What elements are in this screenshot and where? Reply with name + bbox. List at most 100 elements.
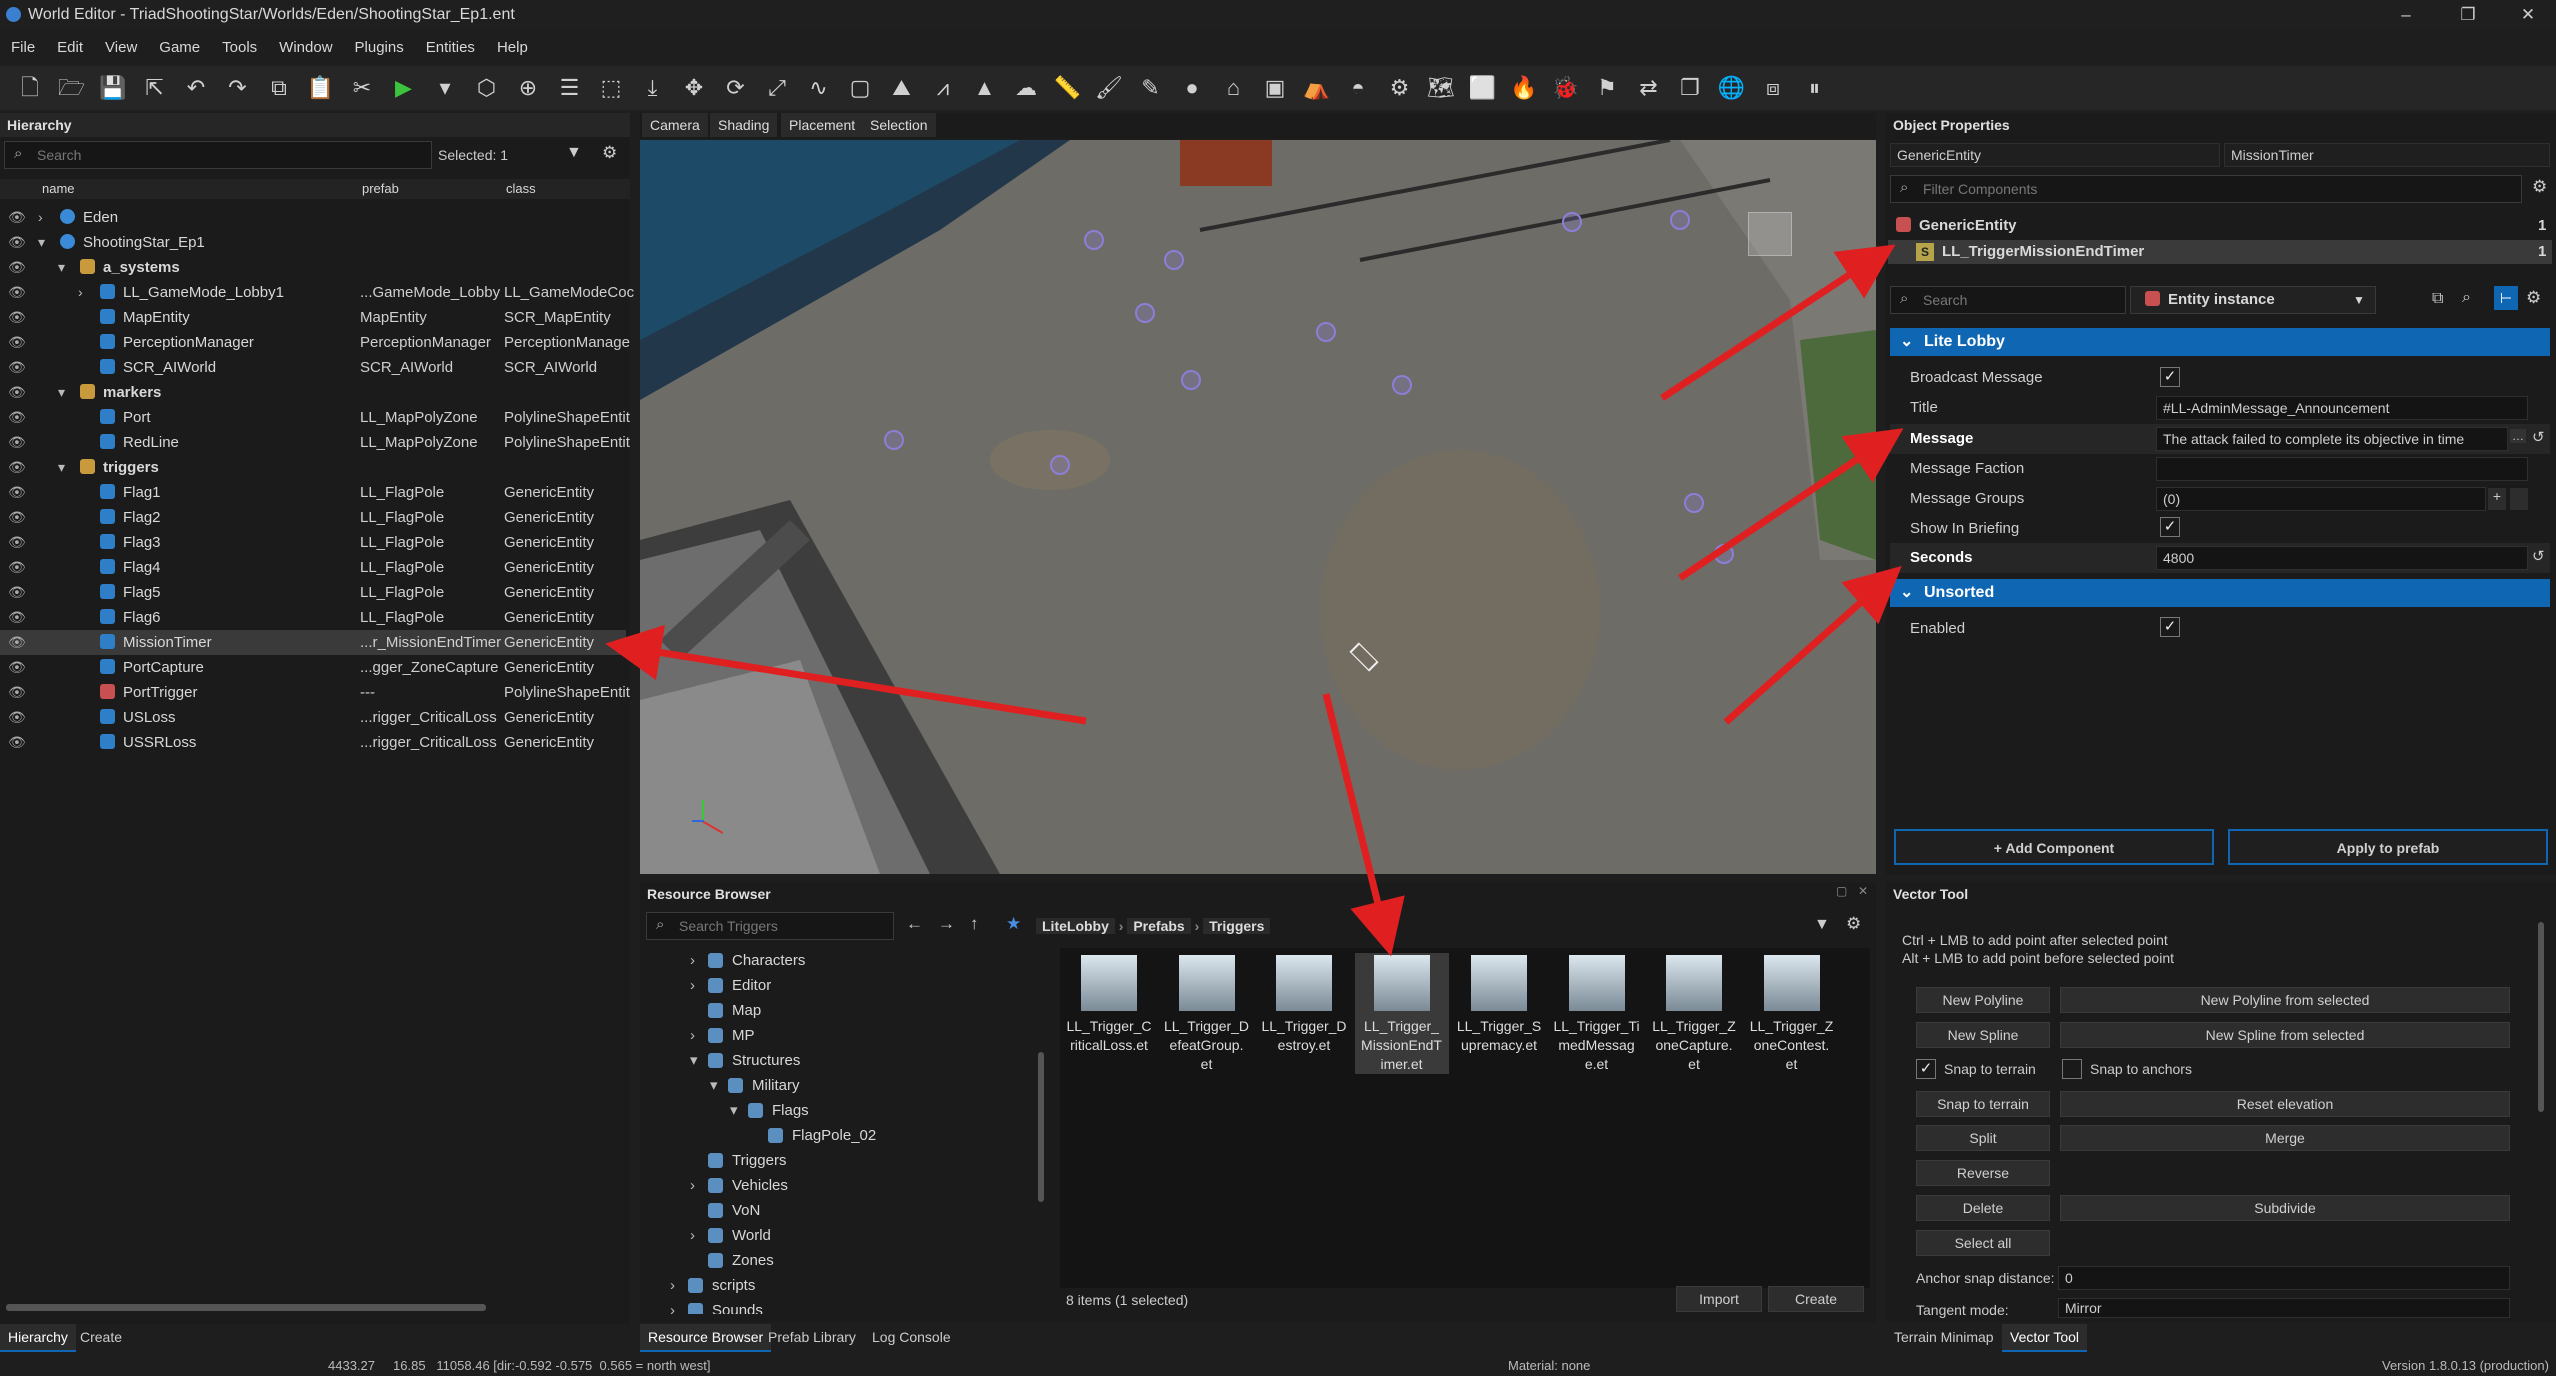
hierarchy-row-flag5[interactable]: 👁 Flag5 LL_FlagPole GenericEntity [0,580,626,605]
paint-icon[interactable]: ✎ [1135,72,1167,104]
entity-marker-icon[interactable] [1562,212,1582,232]
breadcrumb-prefabs[interactable]: Prefabs [1127,918,1191,934]
title-field[interactable]: #LL-AdminMessage_Announcement [2156,396,2528,420]
hierarchy-row-perceptionmanager[interactable]: 👁 PerceptionManager PerceptionManager Perce… [0,330,630,355]
new-polyline-button[interactable]: New Polyline [1916,987,2050,1013]
mountain-icon[interactable]: ⩘ [927,72,959,104]
new-polyline-from-selected-button[interactable]: New Polyline from selected [2060,987,2510,1013]
hierarchy-row-porttrigger[interactable]: 👁 PortTrigger --- PolylineShapeEntit [0,680,630,705]
section-lite-lobby[interactable]: ⌄ Lite Lobby [1890,328,2550,356]
play-icon[interactable]: ▶ [388,72,420,104]
flag-icon[interactable]: ⚑ [1591,72,1623,104]
map-icon[interactable]: 🗺 [1425,72,1457,104]
filter-icon[interactable]: ▼ [1814,916,1830,934]
hierarchy-scrollbar[interactable] [6,1304,486,1311]
move-icon[interactable]: ✥ [678,72,710,104]
hierarchy-search-input[interactable]: Search [4,141,432,169]
apply-to-prefab-button[interactable]: Apply to prefab [2228,829,2548,865]
undo-icon[interactable]: ↶ [180,72,212,104]
tangent-mode-select[interactable]: Mirror [2058,1298,2510,1318]
maximize-button[interactable]: ❐ [2440,0,2496,29]
entity-type-field[interactable]: GenericEntity [1890,143,2220,167]
entity-marker-icon[interactable] [1392,375,1412,395]
property-search-input[interactable]: Search [1890,286,2126,314]
entity-marker-icon[interactable] [1670,210,1690,230]
hierarchy-row-flag2[interactable]: 👁 Flag2 LL_FlagPole GenericEntity [0,505,626,530]
entity-name-field[interactable]: MissionTimer [2224,143,2550,167]
frame-icon[interactable]: ⬜ [1467,72,1499,104]
arrows-icon[interactable]: ⇄ [1633,72,1665,104]
tab-log-console[interactable]: Log Console [864,1324,959,1350]
visibility-eye-icon[interactable]: 👁 [8,630,28,655]
hierarchy-row-mapentity[interactable]: 👁 MapEntity MapEntity SCR_MapEntity [0,305,626,330]
play-options-icon[interactable]: ▾ [429,72,461,104]
reset-icon[interactable]: ↺ [2532,428,2545,446]
expand-arrow-icon[interactable]: › [690,1223,695,1248]
expand-arrow-icon[interactable]: ▾ [38,230,45,255]
hierarchy-row-flag4[interactable]: 👁 Flag4 LL_FlagPole GenericEntity [0,555,626,580]
message-faction-field[interactable] [2156,457,2528,481]
star-icon[interactable]: ★ [1006,914,1021,934]
expand-arrow-icon[interactable]: › [670,1298,675,1314]
open-external-icon[interactable]: ⧉ [2432,290,2443,308]
visibility-eye-icon[interactable]: 👁 [8,605,28,630]
create-button[interactable]: Create [1768,1286,1864,1312]
save-icon[interactable]: 💾 [97,72,129,104]
visibility-eye-icon[interactable]: 👁 [8,505,28,530]
hierarchy-row-portcapture[interactable]: 👁 PortCapture ...gger_ZoneCapture GenericEn… [0,655,626,680]
float-icon[interactable]: ▢ [1836,884,1847,898]
visibility-eye-icon[interactable]: 👁 [8,480,28,505]
close-icon[interactable]: ✕ [1858,884,1868,898]
filter-icon[interactable]: ▼ [566,144,582,162]
checkbox-snap-to-terrain[interactable]: ✓ [1916,1059,1936,1079]
component-ll-triggermissionendtimer[interactable]: S LL_TriggerMissionEndTimer 1 [1888,240,2552,264]
hierarchy-row-port[interactable]: 👁 Port LL_MapPolyZone PolylineShapeEntit [0,405,630,430]
checkbox-broadcast-message[interactable]: ✓ [2160,367,2180,387]
add-component-button[interactable]: + Add Component [1894,829,2214,865]
back-icon[interactable]: ← [906,914,923,934]
spline-icon[interactable]: ∿ [803,72,835,104]
asset-item[interactable]: LL_Trigger_Ti medMessag e.et [1550,953,1644,1074]
reset-elevation-button[interactable]: Reset elevation [2060,1091,2510,1117]
bug-icon[interactable]: 🐞 [1550,72,1582,104]
visibility-eye-icon[interactable]: 👁 [8,305,28,330]
crosshair-icon[interactable]: ⊕ [512,72,544,104]
triangle-icon[interactable]: ▲ [969,72,1001,104]
gear-icon[interactable]: ⚙ [1846,914,1861,934]
vector-scrollbar[interactable] [2538,922,2544,1112]
search-icon[interactable]: ⌕ [2462,289,2471,307]
expand-arrow-icon[interactable]: ▾ [730,1098,738,1123]
expand-arrow-icon[interactable]: ▾ [690,1048,698,1073]
menu-entities[interactable]: Entities [415,33,486,63]
open-folder-icon[interactable]: 🗁 [56,72,88,104]
asset-item[interactable]: LL_Trigger_ MissionEndT imer.et [1354,953,1449,1074]
hierarchy-row-flag6[interactable]: 👁 Flag6 LL_FlagPole GenericEntity [0,605,626,630]
asset-item[interactable]: LL_Trigger_C riticalLoss.et [1062,953,1156,1055]
gear-icon[interactable]: ⚙ [2532,177,2547,197]
tent-icon[interactable]: ⛺ [1301,72,1333,104]
hierarchy-row-shootingstar_ep1[interactable]: 👁 ▾ ShootingStar_Ep1 [0,230,626,255]
expand-arrow-icon[interactable]: ▾ [58,455,65,480]
scale-icon[interactable]: ⤢ [761,72,793,104]
terrain-icon[interactable]: ⛰ [886,72,918,104]
hierarchy-row-flag3[interactable]: 👁 Flag3 LL_FlagPole GenericEntity [0,530,626,555]
visibility-eye-icon[interactable]: 👁 [8,455,28,480]
visibility-eye-icon[interactable]: 👁 [8,355,28,380]
entity-marker-icon[interactable] [1164,250,1184,270]
tab-placement[interactable]: Placement [781,113,864,137]
copy-icon[interactable]: ⧉ [263,72,295,104]
add-icon[interactable]: + [2488,488,2506,510]
rotate-icon[interactable]: ⟳ [720,72,752,104]
expand-arrow-icon[interactable]: › [78,280,83,305]
section-unsorted[interactable]: ⌄ Unsorted [1890,579,2550,607]
visibility-eye-icon[interactable]: 👁 [8,705,28,730]
visibility-eye-icon[interactable]: 👁 [8,255,28,280]
tab-shading[interactable]: Shading [710,113,778,137]
tab-resource-browser[interactable]: Resource Browser [640,1324,772,1352]
visibility-eye-icon[interactable]: 👁 [8,205,28,230]
message-groups-field[interactable]: (0) [2156,487,2486,511]
export-icon[interactable]: ⇱ [139,72,171,104]
tab-hierarchy[interactable]: Hierarchy [0,1324,76,1352]
menu-help[interactable]: Help [486,33,539,63]
entity-marker-icon[interactable] [1316,322,1336,342]
